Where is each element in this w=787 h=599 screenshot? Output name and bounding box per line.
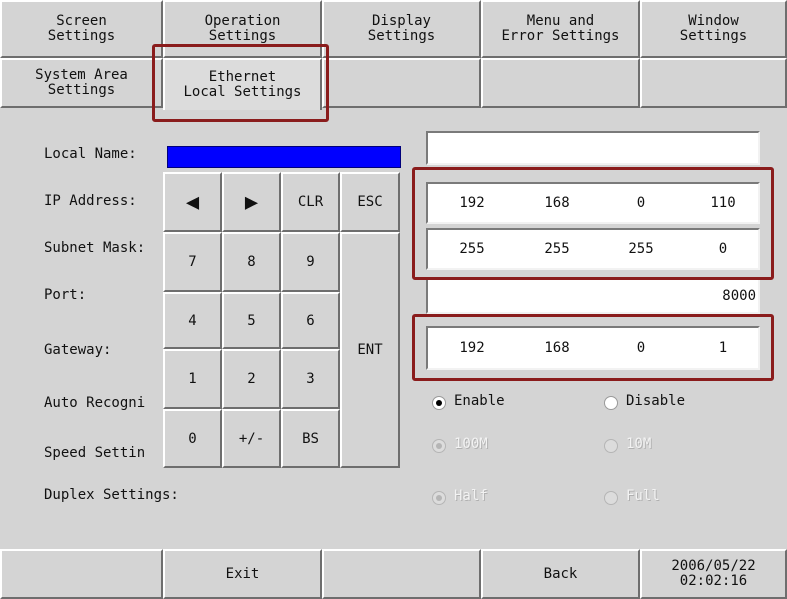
port-label: Port: [44,287,87,303]
ip-address-field[interactable]: 192 168 0 110 [426,182,760,224]
local-name-input-active[interactable] [167,146,401,168]
ip-octet-1: 192 [459,195,485,211]
tab-operation-settings[interactable]: Operation Settings [163,0,322,58]
speed-100m-radio [432,439,446,453]
keypad-plus-minus[interactable]: +/- [222,409,281,468]
keypad-backspace[interactable]: BS [281,409,340,468]
speed-10m-label: 10M [626,436,652,452]
keypad-right-arrow[interactable]: ▶ [222,172,281,232]
tab-display-settings[interactable]: Display Settings [322,0,481,58]
ip-octet-4: 110 [710,195,736,211]
keypad-4[interactable]: 4 [163,292,222,349]
auto-disable-label: Disable [626,393,686,409]
bottom-empty-2 [322,549,481,599]
duplex-full-radio [604,491,618,505]
subnet-octet-3: 255 [628,241,654,257]
keypad-2[interactable]: 2 [222,349,281,409]
local-name-field[interactable] [426,131,760,165]
tab-ethernet-local-settings[interactable]: Ethernet Local Settings [163,58,322,110]
duplex-settings-label: Duplex Settings: [44,487,179,503]
tab-window-settings[interactable]: Window Settings [640,0,787,58]
date-text: 2006/05/22 [671,558,756,574]
keypad-clr-button[interactable]: CLR [281,172,340,232]
auto-enable-label: Enable [454,393,505,409]
ip-address-label: IP Address: [44,193,137,209]
keypad-6[interactable]: 6 [281,292,340,349]
keypad-3[interactable]: 3 [281,349,340,409]
duplex-half-label: Half [454,488,488,504]
gateway-octet-3: 0 [636,340,646,356]
subnet-mask-field[interactable]: 255 255 255 0 [426,228,760,270]
speed-100m-label: 100M [454,436,488,452]
local-name-label: Local Name: [44,146,137,162]
ip-octet-3: 0 [636,195,646,211]
time-text: 02:02:16 [679,573,748,589]
tab-menu-error-settings[interactable]: Menu and Error Settings [481,0,640,58]
gateway-octet-4: 1 [718,340,728,356]
subnet-octet-4: 0 [718,241,728,257]
subnet-mask-label: Subnet Mask: [44,240,146,256]
gateway-field[interactable]: 192 168 0 1 [426,326,760,370]
back-button[interactable]: Back [481,549,640,599]
auto-enable-radio[interactable] [432,396,446,410]
ip-octet-2: 168 [544,195,570,211]
tab-system-area-settings[interactable]: System Area Settings [0,58,163,108]
keypad-left-arrow[interactable]: ◀ [163,172,222,232]
tab-empty-2 [481,58,640,108]
datetime-display: 2006/05/22 02:02:16 [640,549,787,599]
keypad-1[interactable]: 1 [163,349,222,409]
gateway-octet-2: 168 [544,340,570,356]
tab-empty-1 [322,58,481,108]
keypad-5[interactable]: 5 [222,292,281,349]
keypad-9[interactable]: 9 [281,232,340,292]
gateway-label: Gateway: [44,342,112,358]
subnet-octet-1: 255 [459,241,485,257]
gateway-octet-1: 192 [459,340,485,356]
exit-button[interactable]: Exit [163,549,322,599]
keypad-0[interactable]: 0 [163,409,222,468]
subnet-octet-2: 255 [544,241,570,257]
auto-disable-radio[interactable] [604,396,618,410]
settings-screen: Screen Settings Operation Settings Displ… [0,0,787,599]
bottom-empty-1 [0,549,163,599]
numeric-keypad: ◀ ▶ CLR ESC 7 8 9 4 5 6 1 2 3 0 +/- BS E… [163,172,400,468]
tab-empty-3 [640,58,787,108]
speed-setting-label: Speed Settin [44,445,146,461]
tab-screen-settings[interactable]: Screen Settings [0,0,163,58]
speed-10m-radio [604,439,618,453]
keypad-7[interactable]: 7 [163,232,222,292]
port-value: 8000 [722,288,756,304]
port-field[interactable]: 8000 [426,278,760,314]
keypad-enter-button[interactable]: ENT [340,232,400,468]
keypad-esc-button[interactable]: ESC [340,172,400,232]
auto-recognition-label: Auto Recogni [44,395,146,411]
keypad-8[interactable]: 8 [222,232,281,292]
duplex-half-radio [432,491,446,505]
duplex-full-label: Full [626,488,660,504]
